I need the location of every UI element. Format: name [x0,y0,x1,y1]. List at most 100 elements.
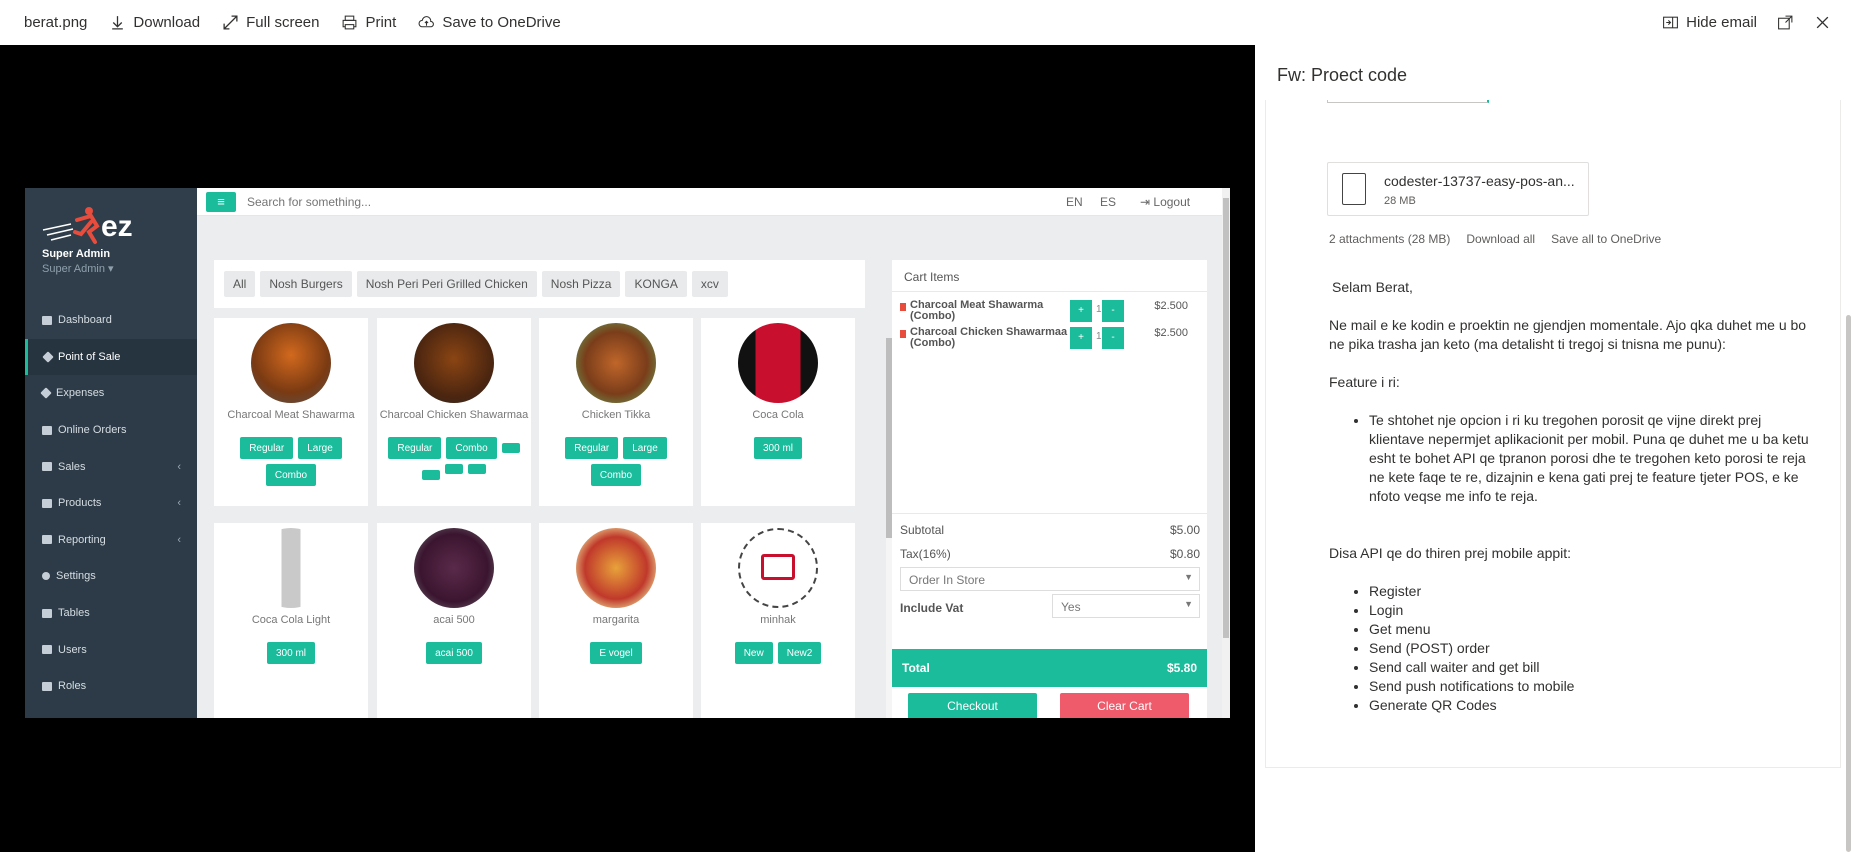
sidebar-menu: Dashboard Point of Sale Expenses Online … [25,302,197,705]
caret-down-icon: ▼ [1184,599,1193,609]
product-image [738,323,818,403]
product-card[interactable]: Chicken Tikka Regular Large Combo [539,318,693,506]
product-card[interactable]: acai 500 acai 500 [377,523,531,718]
product-card[interactable]: Coca Cola Light 300 ml [214,523,368,718]
vat-label: Include Vat [900,601,964,615]
product-image [251,323,331,403]
decrease-qty-button[interactable]: - [1102,327,1124,349]
category-nosh-burgers[interactable]: Nosh Burgers [260,271,352,297]
filename-label: berat.png [24,14,87,31]
checkout-button[interactable]: Checkout [908,693,1037,718]
order-type-select[interactable]: Order In Store ▼ [900,567,1200,591]
option-button[interactable]: Combo [446,437,497,459]
email-api-heading: Disa API qe do thiren prej mobile appit: [1329,545,1572,561]
sidebar-item-expenses[interactable]: Expenses [25,375,197,412]
cart-item-qty: 1 [1096,331,1102,342]
sidebar-item-label: Roles [58,680,87,693]
decrease-qty-button[interactable]: - [1102,300,1124,322]
fullscreen-button[interactable]: Full screen [222,14,319,31]
option-button[interactable]: Regular [240,437,294,459]
search-input[interactable] [247,192,747,212]
option-button[interactable]: Large [623,437,667,459]
product-image [576,528,656,608]
option-button[interactable]: Regular [565,437,619,459]
trash-icon[interactable] [900,330,906,338]
option-button[interactable]: E vogel [590,642,642,664]
admin-role-dropdown[interactable]: Super Admin ▾ [42,262,114,275]
sidebar-item-reporting[interactable]: Reporting ‹ [25,522,197,559]
sidebar-item-dashboard[interactable]: Dashboard [25,302,197,339]
option-button[interactable]: New2 [777,642,822,664]
option-button[interactable] [501,443,520,453]
increase-qty-button[interactable]: + [1070,327,1092,349]
users-icon [42,645,52,655]
option-button[interactable]: Combo [265,464,317,486]
option-button[interactable]: Large [298,437,342,459]
scrollbar-thumb[interactable] [1846,315,1851,852]
dashboard-icon [42,315,52,325]
menu-toggle-button[interactable]: ≡ [206,192,236,212]
attachment-card[interactable]: codester-13737-easy-pos-an... 28 MB [1327,162,1589,216]
scrollbar-thumb[interactable] [1223,198,1229,638]
product-card[interactable]: Charcoal Chicken Shawarmaa Regular Combo [377,318,531,506]
product-card[interactable]: Coca Cola 300 ml [701,318,855,506]
email-scrollbar[interactable] [1844,145,1853,852]
popout-icon[interactable] [1777,14,1794,31]
subtotal-label: Subtotal [900,523,945,537]
option-button[interactable]: Regular [388,437,442,459]
clear-cart-button[interactable]: Clear Cart [1060,693,1189,718]
download-all-link[interactable]: Download all [1466,232,1535,246]
grid-icon [42,462,52,472]
product-card[interactable]: margarita E vogel [539,523,693,718]
close-icon[interactable] [1814,14,1831,31]
save-all-onedrive-link[interactable]: Save all to OneDrive [1551,232,1661,246]
category-xcv[interactable]: xcv [691,271,728,297]
cloud-upload-icon [418,16,435,28]
save-onedrive-button[interactable]: Save to OneDrive [418,14,561,31]
logout-link[interactable]: ⇥ Logout [1140,195,1190,209]
lang-es-link[interactable]: ES [1100,195,1116,209]
download-button[interactable]: Download [109,14,200,31]
sidebar-item-sales[interactable]: Sales ‹ [25,448,197,485]
option-button[interactable]: acai 500 [426,642,482,664]
option-button[interactable] [468,464,486,474]
page-scrollbar[interactable] [1222,188,1230,718]
product-card[interactable]: minhak New New2 [701,523,855,718]
print-button[interactable]: Print [341,14,396,31]
option-button[interactable]: Combo [590,464,642,486]
option-button[interactable]: New [734,642,773,664]
list-item: Send push notifications to mobile [1369,677,1809,696]
category-nosh-peri-peri[interactable]: Nosh Peri Peri Grilled Chicken [356,271,537,297]
increase-qty-button[interactable]: + [1070,300,1092,322]
chevron-left-icon: ‹ [177,460,181,473]
option-button[interactable] [445,464,463,474]
product-card[interactable]: Charcoal Meat Shawarma Regular Large Combo [214,318,368,506]
option-button[interactable]: 300 ml [266,642,315,664]
category-konga[interactable]: KONGA [625,271,687,297]
category-all[interactable]: All [224,271,256,297]
category-nosh-pizza[interactable]: Nosh Pizza [541,271,621,297]
fullscreen-label: Full screen [246,14,320,31]
sidebar-item-settings[interactable]: Settings [25,558,197,595]
sidebar-item-users[interactable]: Users [25,631,197,668]
email-greeting: Selam Berat, [1332,279,1413,295]
option-button[interactable]: 300 ml [753,437,802,459]
hide-email-label: Hide email [1686,14,1757,31]
lang-en-link[interactable]: EN [1066,195,1083,209]
list-icon [42,425,52,435]
product-name: Chicken Tikka [581,409,651,421]
admin-name: Super Admin [42,248,111,260]
product-name: Charcoal Meat Shawarma [227,409,355,421]
sidebar-item-products[interactable]: Products ‹ [25,485,197,522]
option-button[interactable] [422,470,440,480]
sidebar-item-tables[interactable]: Tables [25,595,197,632]
list-item: Send (POST) order [1369,639,1809,658]
sidebar-item-point-of-sale[interactable]: Point of Sale [25,338,197,376]
vat-select[interactable]: Yes ▼ [1052,594,1200,618]
sidebar-item-label: Products [58,497,102,510]
attachment-size: 28 MB [1384,195,1416,207]
sidebar-item-online-orders[interactable]: Online Orders [25,412,197,449]
trash-icon[interactable] [900,303,906,311]
hide-email-button[interactable]: Hide email [1662,14,1757,31]
sidebar-item-roles[interactable]: Roles [25,668,197,705]
